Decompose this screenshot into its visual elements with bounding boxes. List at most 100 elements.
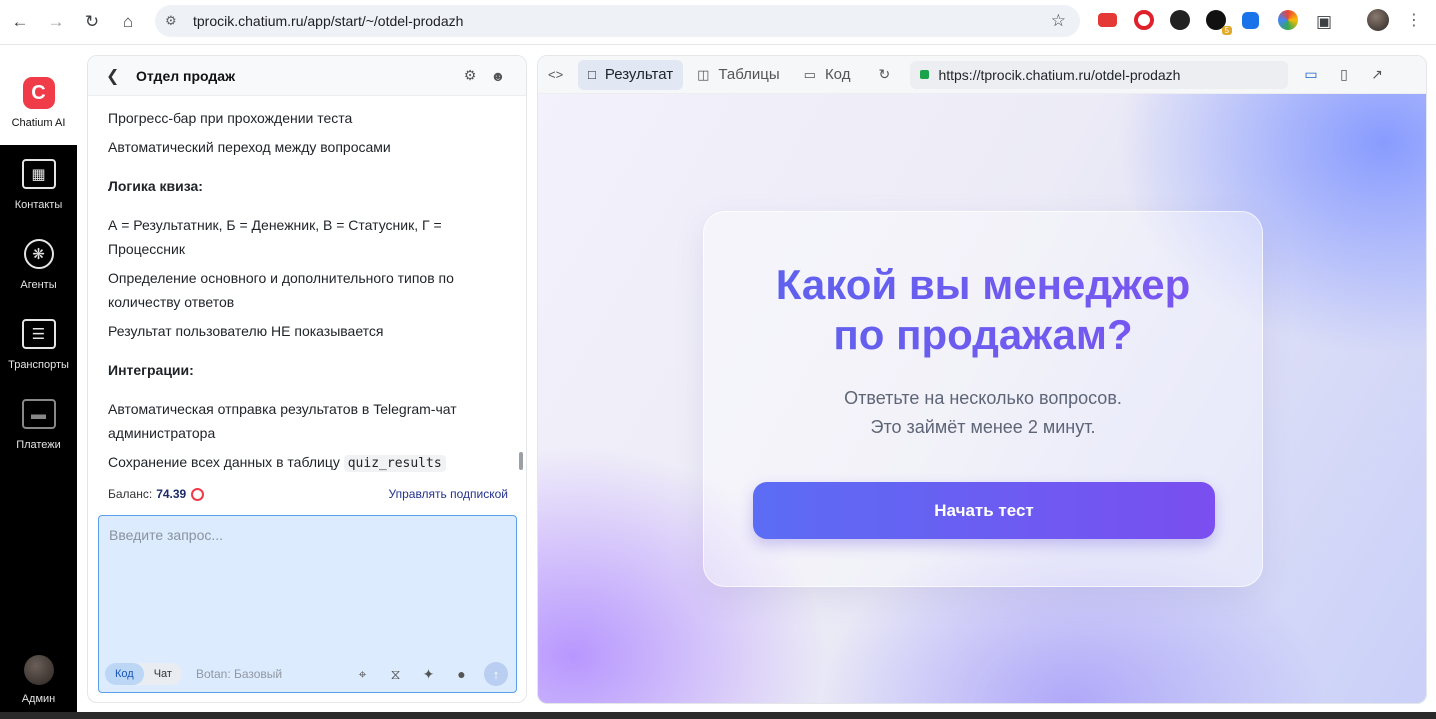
tab-code[interactable]: ▭ Код [794, 60, 861, 90]
forward-icon[interactable]: → [38, 4, 74, 40]
brand-block[interactable]: C Chatium AI [0, 45, 77, 145]
mobile-view-icon[interactable]: ▯ [1327, 66, 1360, 83]
extension-with-badge-icon[interactable]: 5 [1206, 10, 1232, 35]
mode-code-button[interactable]: Код [105, 663, 144, 685]
message-text: Сохранение всех данных в таблицу [108, 454, 340, 470]
contacts-icon: ▦ [21, 159, 56, 189]
tab-label: Код [824, 66, 851, 83]
target-icon[interactable]: ⌖ [346, 666, 379, 683]
profile-avatar[interactable] [1367, 9, 1389, 31]
back-icon[interactable]: ← [2, 4, 38, 40]
blue-extension-icon[interactable] [1242, 12, 1259, 29]
avatar[interactable] [23, 655, 54, 685]
folder-icon: ▭ [803, 66, 816, 82]
site-settings-icon[interactable]: ⚙ [165, 13, 187, 29]
tab-result[interactable]: □ Результат [578, 59, 684, 90]
message-line: Результат пользователю НЕ показывается [108, 323, 384, 339]
chat-panel: ❮ Отдел продаж ⚙ ☻ Прогресс-бар при прох… [87, 55, 527, 703]
quiz-title-line: Какой вы менеджер [775, 261, 1191, 308]
user-label: Админ [21, 693, 56, 705]
start-test-button[interactable]: Начать тест [753, 482, 1215, 539]
inline-code: quiz_results [343, 455, 446, 472]
color-extension-icon[interactable] [1278, 10, 1298, 30]
chatium-logo-icon: C [22, 77, 55, 109]
dark-extension-icon[interactable] [1170, 10, 1190, 30]
tab-label: Результат [604, 66, 674, 83]
message-line: Сохранение всех данных в таблицу quiz_re… [108, 450, 508, 472]
app-sidebar: C Chatium AI ▦ Контакты ❋ Агенты ☰ Транс… [0, 45, 77, 719]
quiz-subtitle: Ответьте на несколько вопросов. Это займ… [704, 384, 1262, 442]
gear-icon[interactable]: ⚙ [456, 67, 484, 84]
preview-url-field[interactable]: https://tprocik.chatium.ru/otdel-prodazh [910, 60, 1289, 89]
sidebar-item-contacts[interactable]: ▦ Контакты [0, 145, 77, 225]
paperclip-icon[interactable]: ⧖ [379, 666, 412, 683]
preview-panel: <> □ Результат ◫ Таблицы ▭ Код ↻ https:/… [537, 55, 1427, 704]
desktop-background-strip [0, 712, 1436, 719]
database-icon: ◫ [697, 66, 710, 82]
balance-label: Баланс: [108, 487, 153, 501]
quiz-title-line: по продажам? [833, 311, 1133, 358]
prompt-box: Код Чат Botan: Базовый ⌖ ⧖ ✦ ● ↑ [98, 515, 517, 693]
sidebar-item-label: Контакты [14, 199, 63, 211]
youtube-extension-icon[interactable] [1098, 13, 1117, 27]
desktop-view-icon[interactable]: ▭ [1294, 66, 1327, 83]
user-block[interactable]: Админ [0, 655, 77, 705]
message-line: А = Результатник, Б = Денежник, В = Стат… [108, 217, 442, 257]
mode-chat-button[interactable]: Чат [144, 663, 182, 685]
chat-header: ❮ Отдел продаж ⚙ ☻ [88, 56, 526, 96]
reload-icon[interactable]: ↻ [74, 4, 110, 40]
sidebar-item-label: Платежи [16, 439, 61, 451]
browser-menu-icon[interactable]: ⋮ [1406, 10, 1422, 30]
payments-icon: ▬ [21, 399, 56, 429]
quiz-subtitle-line: Ответьте на несколько вопросов. [844, 388, 1122, 408]
sidebar-item-agents[interactable]: ❋ Агенты [0, 225, 77, 305]
opera-extension-icon[interactable] [1134, 10, 1154, 30]
lock-icon [920, 70, 930, 79]
bookmark-star-icon[interactable]: ☆ [1051, 11, 1066, 31]
address-url[interactable]: tprocik.chatium.ru/app/start/~/otdel-pro… [193, 13, 463, 29]
refresh-icon[interactable]: ↻ [878, 66, 902, 83]
microphone-icon[interactable]: ● [445, 666, 478, 682]
open-external-icon[interactable]: ↗ [1360, 66, 1393, 83]
quiz-subtitle-line: Это займёт менее 2 минут. [870, 417, 1096, 437]
preview-toolbar: <> □ Результат ◫ Таблицы ▭ Код ↻ https:/… [538, 56, 1426, 94]
message-line: Прогресс-бар при прохождении теста [108, 110, 353, 126]
code-brackets-icon[interactable]: <> [548, 67, 578, 82]
magic-wand-icon[interactable]: ✦ [412, 666, 445, 683]
chat-messages[interactable]: Прогресс-бар при прохождении теста Автом… [88, 96, 526, 472]
message-heading: Интеграции: [108, 362, 194, 378]
preview-url: https://tprocik.chatium.ru/otdel-prodazh [938, 66, 1181, 83]
sidebar-item-label: Транспорты [8, 359, 69, 371]
address-bar[interactable]: ⚙ tprocik.chatium.ru/app/start/~/otdel-p… [155, 5, 1080, 37]
brain-icon: ❋ [23, 239, 54, 269]
transport-icon: ☰ [21, 319, 56, 349]
message-line: Автоматический переход между вопросами [108, 139, 391, 155]
sidebar-item-payments[interactable]: ▬ Платежи [0, 385, 77, 465]
window-icon: □ [588, 67, 596, 82]
send-button[interactable]: ↑ [484, 662, 508, 686]
message-line: Автоматическая отправка результатов в Te… [108, 401, 457, 441]
browser-toolbar: ← → ↻ ⌂ ⚙ tprocik.chatium.ru/app/start/~… [0, 0, 1436, 45]
manage-subscription-link[interactable]: Управлять подпиской [389, 487, 508, 501]
tab-label: Таблицы [718, 66, 780, 83]
prompt-input[interactable] [99, 516, 516, 654]
mode-switch: Код Чат [105, 663, 182, 685]
chat-title: Отдел продаж [136, 67, 235, 84]
sidebar-item-transports[interactable]: ☰ Транспорты [0, 305, 77, 385]
preview-canvas: Какой вы менеджер по продажам? Ответьте … [538, 94, 1426, 703]
chevron-left-icon[interactable]: ❮ [106, 66, 136, 86]
tab-tables[interactable]: ◫ Таблицы [687, 60, 790, 90]
coin-icon [191, 487, 205, 501]
extensions-puzzle-icon[interactable]: ▣ [1306, 4, 1342, 40]
brand-label: Chatium AI [11, 117, 66, 129]
home-icon[interactable]: ⌂ [110, 4, 146, 40]
balance-bar: Баланс: 74.39 Управлять подпиской [88, 483, 526, 505]
prompt-toolbar: Код Чат Botan: Базовый ⌖ ⧖ ✦ ● ↑ [105, 662, 508, 686]
users-icon[interactable]: ☻ [484, 68, 512, 84]
quiz-title: Какой вы менеджер по продажам? [704, 260, 1262, 360]
balance-value: 74.39 [156, 487, 187, 501]
scrollbar-thumb[interactable] [519, 452, 523, 470]
sidebar-item-label: Агенты [20, 279, 57, 291]
extension-badge: 5 [1221, 26, 1232, 35]
model-selector[interactable]: Botan: Базовый [196, 667, 346, 681]
